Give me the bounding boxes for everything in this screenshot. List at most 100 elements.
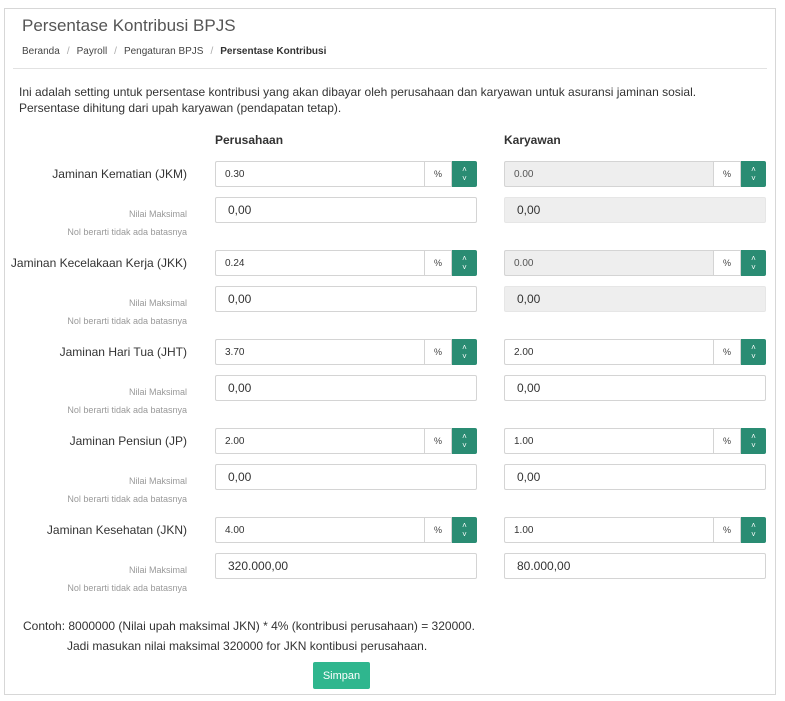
percent-addon: % xyxy=(424,250,452,276)
chevron-up-icon[interactable]: ˄ xyxy=(462,165,467,174)
breadcrumb-item-beranda[interactable]: Beranda xyxy=(22,46,60,57)
company-percentage-input[interactable] xyxy=(215,161,424,187)
chevron-up-icon[interactable]: ˄ xyxy=(751,432,756,441)
breadcrumb-item-payroll[interactable]: Payroll xyxy=(77,46,108,57)
chevron-down-icon[interactable]: ˅ xyxy=(751,174,756,183)
company-percentage-input[interactable] xyxy=(215,339,424,365)
chevron-up-icon[interactable]: ˄ xyxy=(462,432,467,441)
max-value-label: Nilai Maksimal xyxy=(128,565,187,575)
breadcrumb-separator: / xyxy=(114,46,117,57)
example-text: Contoh: 8000000 (Nilai upah maksimal JKN… xyxy=(23,616,475,656)
employee-max-input xyxy=(504,286,766,312)
max-value-label: Nilai Maksimal xyxy=(128,387,187,397)
breadcrumb-separator: / xyxy=(210,46,214,57)
company-percentage-input[interactable] xyxy=(215,428,424,454)
chevron-up-icon[interactable]: ˄ xyxy=(751,343,756,352)
max-value-hint: Nol berarti tidak ada batasnya xyxy=(67,405,187,415)
percent-addon: % xyxy=(713,161,741,187)
chevron-down-icon[interactable]: ˅ xyxy=(751,530,756,539)
breadcrumb-item-current: Persentase Kontribusi xyxy=(220,46,327,57)
chevron-up-icon[interactable]: ˄ xyxy=(751,254,756,263)
max-value-hint: Nol berarti tidak ada batasnya xyxy=(67,316,187,326)
percent-addon: % xyxy=(424,339,452,365)
employee-percentage-input[interactable] xyxy=(504,339,713,365)
save-button[interactable]: Simpan xyxy=(313,662,370,689)
column-header-company: Perusahaan xyxy=(215,133,284,147)
breadcrumb-separator: / xyxy=(66,46,70,57)
percent-addon: % xyxy=(713,250,741,276)
chevron-up-down-icon[interactable]: ˄ ˅ xyxy=(741,250,766,276)
chevron-up-icon[interactable]: ˄ xyxy=(462,521,467,530)
chevron-up-down-icon[interactable]: ˄ ˅ xyxy=(452,339,477,365)
percent-addon: % xyxy=(713,339,741,365)
employee-percentage-input[interactable] xyxy=(504,517,713,543)
chevron-up-icon[interactable]: ˄ xyxy=(751,165,756,174)
chevron-up-down-icon[interactable]: ˄ ˅ xyxy=(741,339,766,365)
chevron-down-icon[interactable]: ˅ xyxy=(462,352,467,361)
employee-percentage-group: %˄˅ xyxy=(504,161,766,187)
company-percentage-group: %˄˅ xyxy=(215,161,477,187)
percent-addon: % xyxy=(424,517,452,543)
chevron-down-icon[interactable]: ˅ xyxy=(751,352,756,361)
company-percentage-group: %˄˅ xyxy=(215,428,477,454)
row-label: Jaminan Hari Tua (JHT) xyxy=(59,345,187,359)
chevron-up-down-icon[interactable]: ˄ ˅ xyxy=(452,517,477,543)
percent-addon: % xyxy=(424,428,452,454)
chevron-up-down-icon[interactable]: ˄ ˅ xyxy=(741,517,766,543)
intro-line-2: Persentase dihitung dari upah karyawan (… xyxy=(19,101,342,115)
breadcrumb-item-pengaturan-bpjs[interactable]: Pengaturan BPJS xyxy=(124,46,204,57)
breadcrumb: Beranda / Payroll / Pengaturan BPJS / Pe… xyxy=(22,46,326,57)
employee-max-input[interactable] xyxy=(504,375,766,401)
max-value-label: Nilai Maksimal xyxy=(128,209,187,219)
chevron-up-down-icon[interactable]: ˄ ˅ xyxy=(452,428,477,454)
max-value-hint: Nol berarti tidak ada batasnya xyxy=(67,227,187,237)
header-divider xyxy=(13,68,767,69)
employee-max-input[interactable] xyxy=(504,553,766,579)
column-header-employee: Karyawan xyxy=(504,133,561,147)
page-title: Persentase Kontribusi BPJS xyxy=(22,16,236,35)
company-max-input[interactable] xyxy=(215,464,477,490)
chevron-up-icon[interactable]: ˄ xyxy=(462,343,467,352)
example-line-2: Jadi masukan nilai maksimal 320000 for J… xyxy=(67,639,428,653)
employee-percentage-group: %˄˅ xyxy=(504,250,766,276)
chevron-up-down-icon[interactable]: ˄ ˅ xyxy=(452,161,477,187)
row-label: Jaminan Pensiun (JP) xyxy=(69,434,187,448)
row-label: Jaminan Kematian (JKM) xyxy=(52,167,187,181)
chevron-down-icon[interactable]: ˅ xyxy=(462,441,467,450)
chevron-down-icon[interactable]: ˅ xyxy=(462,263,467,272)
company-percentage-input[interactable] xyxy=(215,517,424,543)
row-label: Jaminan Kecelakaan Kerja (JKK) xyxy=(10,256,187,270)
bpjs-contribution-card: Persentase Kontribusi BPJS Beranda / Pay… xyxy=(4,8,776,695)
company-max-input[interactable] xyxy=(215,286,477,312)
row-label: Jaminan Kesehatan (JKN) xyxy=(46,523,187,537)
company-percentage-group: %˄˅ xyxy=(215,517,477,543)
chevron-down-icon[interactable]: ˅ xyxy=(462,530,467,539)
employee-max-input xyxy=(504,197,766,223)
employee-percentage-input xyxy=(504,161,713,187)
company-max-input[interactable] xyxy=(215,197,477,223)
max-value-hint: Nol berarti tidak ada batasnya xyxy=(67,583,187,593)
employee-percentage-input xyxy=(504,250,713,276)
chevron-down-icon[interactable]: ˅ xyxy=(462,174,467,183)
max-value-hint: Nol berarti tidak ada batasnya xyxy=(67,494,187,504)
chevron-up-down-icon[interactable]: ˄ ˅ xyxy=(741,161,766,187)
chevron-up-icon[interactable]: ˄ xyxy=(462,254,467,263)
company-percentage-group: %˄˅ xyxy=(215,339,477,365)
percent-addon: % xyxy=(713,428,741,454)
employee-max-input[interactable] xyxy=(504,464,766,490)
chevron-up-icon[interactable]: ˄ xyxy=(751,521,756,530)
max-value-label: Nilai Maksimal xyxy=(128,476,187,486)
employee-percentage-group: %˄˅ xyxy=(504,339,766,365)
employee-percentage-group: %˄˅ xyxy=(504,517,766,543)
chevron-up-down-icon[interactable]: ˄ ˅ xyxy=(452,250,477,276)
employee-percentage-group: %˄˅ xyxy=(504,428,766,454)
employee-percentage-input[interactable] xyxy=(504,428,713,454)
company-percentage-input[interactable] xyxy=(215,250,424,276)
max-value-label: Nilai Maksimal xyxy=(128,298,187,308)
company-max-input[interactable] xyxy=(215,553,477,579)
intro-line-1: Ini adalah setting untuk persentase kont… xyxy=(19,85,697,99)
chevron-up-down-icon[interactable]: ˄ ˅ xyxy=(741,428,766,454)
chevron-down-icon[interactable]: ˅ xyxy=(751,263,756,272)
company-max-input[interactable] xyxy=(215,375,477,401)
chevron-down-icon[interactable]: ˅ xyxy=(751,441,756,450)
